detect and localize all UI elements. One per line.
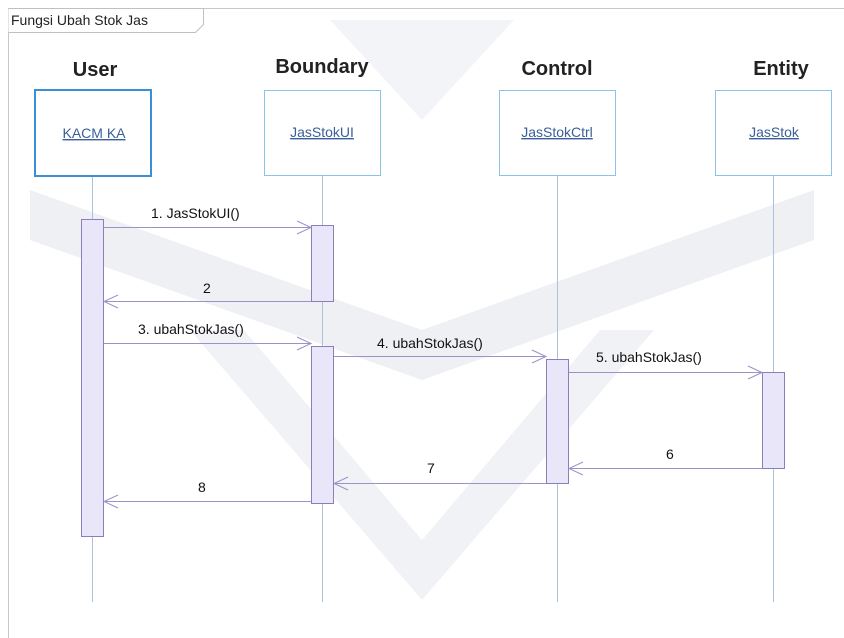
message-8-arrow (102, 494, 311, 509)
object-label-control: JasStokCtrl (521, 124, 593, 140)
object-box-control: JasStokCtrl (499, 90, 616, 176)
object-label-boundary: JasStokUI (290, 124, 354, 140)
activation-boundary-1 (311, 225, 334, 302)
message-8-label: 8 (198, 479, 206, 495)
activation-entity (762, 372, 785, 469)
column-header-boundary: Boundary (275, 56, 369, 78)
sequence-diagram: Fungsi Ubah Stok Jas User Boundary Contr… (8, 8, 844, 638)
object-label-entity: JasStok (749, 124, 800, 140)
message-2-label: 2 (203, 280, 211, 296)
activation-control (546, 359, 569, 484)
column-header-user: User (73, 59, 118, 81)
message-7-label: 7 (427, 460, 435, 476)
message-6-arrow (567, 461, 762, 476)
activation-user (81, 219, 104, 537)
message-3-label: 3. ubahStokJas() (138, 321, 244, 337)
frame-title: Fungsi Ubah Stok Jas (11, 12, 148, 28)
object-box-boundary: JasStokUI (264, 90, 381, 176)
object-box-entity: JasStok (715, 90, 832, 176)
activation-boundary-2 (311, 346, 334, 504)
frame-tab: Fungsi Ubah Stok Jas (8, 8, 204, 33)
message-4-label: 4. ubahStokJas() (377, 335, 483, 351)
object-label-user: KACM KA (62, 125, 126, 141)
column-header-entity: Entity (753, 58, 809, 80)
message-6-label: 6 (666, 446, 674, 462)
object-box-user: KACM KA (34, 89, 152, 177)
message-5-label: 5. ubahStokJas() (596, 349, 702, 365)
column-header-control: Control (521, 58, 592, 80)
message-1-label: 1. JasStokUI() (151, 205, 240, 221)
